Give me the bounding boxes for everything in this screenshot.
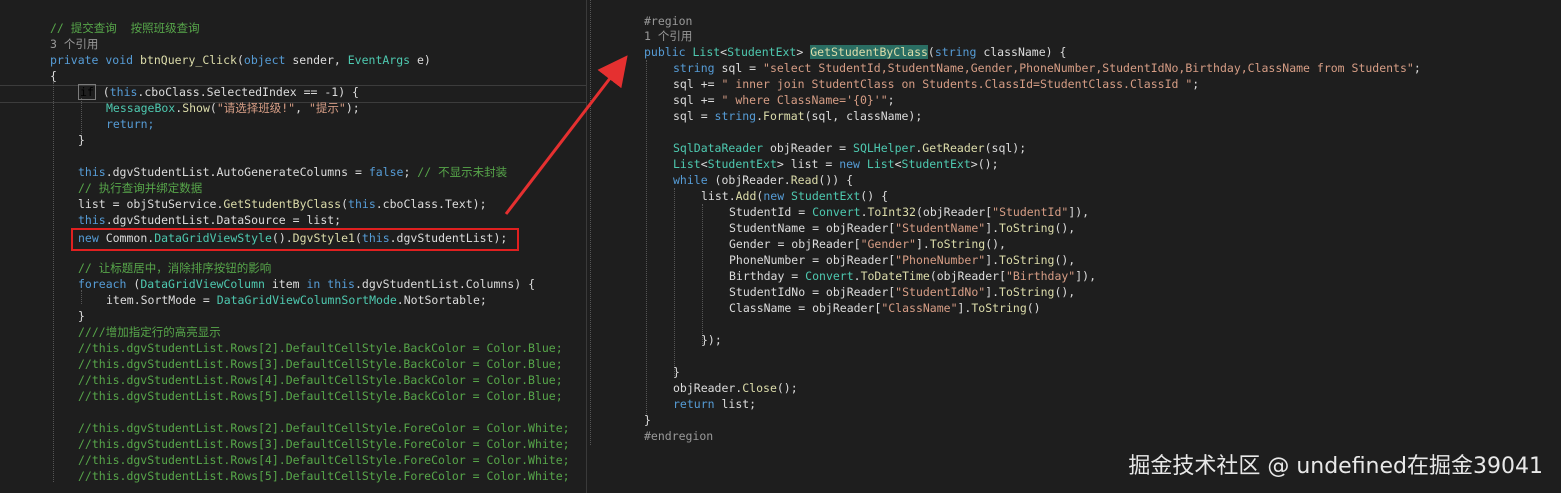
red-arrow-annotation: [504, 55, 628, 215]
watermark-text: 掘金技术社区 @ undefined在掘金39041: [1128, 454, 1543, 479]
